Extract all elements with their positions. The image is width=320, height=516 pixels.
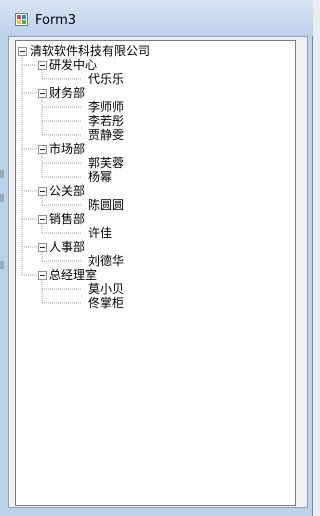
tree-node-department[interactable]: 人事部 (49, 240, 85, 254)
group-collapse-toggle[interactable] (38, 61, 47, 70)
group-collapse-toggle[interactable] (38, 271, 47, 280)
tree-node-department[interactable]: 公关部 (49, 184, 85, 198)
group-collapse-toggle[interactable] (38, 243, 47, 252)
group-collapse-toggle[interactable] (38, 215, 47, 224)
tree-node-employee[interactable]: 李若彤 (88, 114, 124, 128)
tree-node-department[interactable]: 总经理室 (49, 268, 97, 282)
left-edge (0, 36, 8, 508)
tree-node-employee[interactable]: 杨幂 (88, 170, 112, 184)
tree-node-employee[interactable]: 郭芙蓉 (88, 156, 124, 170)
group-collapse-toggle[interactable] (38, 89, 47, 98)
tree-node-root[interactable]: 清软软件科技有限公司 (30, 44, 150, 58)
tree-node-department[interactable]: 研发中心 (49, 58, 97, 72)
root-collapse-toggle[interactable] (18, 47, 27, 56)
tree-node-employee[interactable]: 李师师 (88, 100, 124, 114)
tree-node-employee[interactable]: 陈圆圆 (88, 198, 124, 212)
tree-node-department[interactable]: 财务部 (49, 86, 85, 100)
form-window: Form3 清软软件科技有限公司 研发中心 代乐乐 财务部 李师师 李若彤 贾静雯 市场部 郭芙… (0, 0, 313, 516)
group-collapse-toggle[interactable] (38, 187, 47, 196)
tree-node-department[interactable]: 销售部 (49, 212, 85, 226)
window-title: Form3 (35, 13, 77, 28)
tree-node-employee[interactable]: 代乐乐 (88, 72, 124, 86)
tree-node-department[interactable]: 市场部 (49, 142, 85, 156)
app-icon (15, 13, 28, 26)
tree-node-employee[interactable]: 贾静雯 (88, 128, 124, 142)
tree-node-employee[interactable]: 莫小贝 (88, 282, 124, 296)
title-bar[interactable]: Form3 (0, 0, 313, 36)
tree-node-employee[interactable]: 许佳 (88, 226, 112, 240)
group-collapse-toggle[interactable] (38, 145, 47, 154)
tree-view[interactable]: 清软软件科技有限公司 研发中心 代乐乐 财务部 李师师 李若彤 贾静雯 市场部 郭芙蓉 杨幂 公关部… (15, 40, 296, 506)
tree-node-employee[interactable]: 刘德华 (88, 254, 124, 268)
form-client-area: 清软软件科技有限公司 研发中心 代乐乐 财务部 李师师 李若彤 贾静雯 市场部 郭芙蓉 杨幂 公关部… (8, 36, 308, 508)
tree-node-employee[interactable]: 佟掌柜 (88, 296, 124, 310)
